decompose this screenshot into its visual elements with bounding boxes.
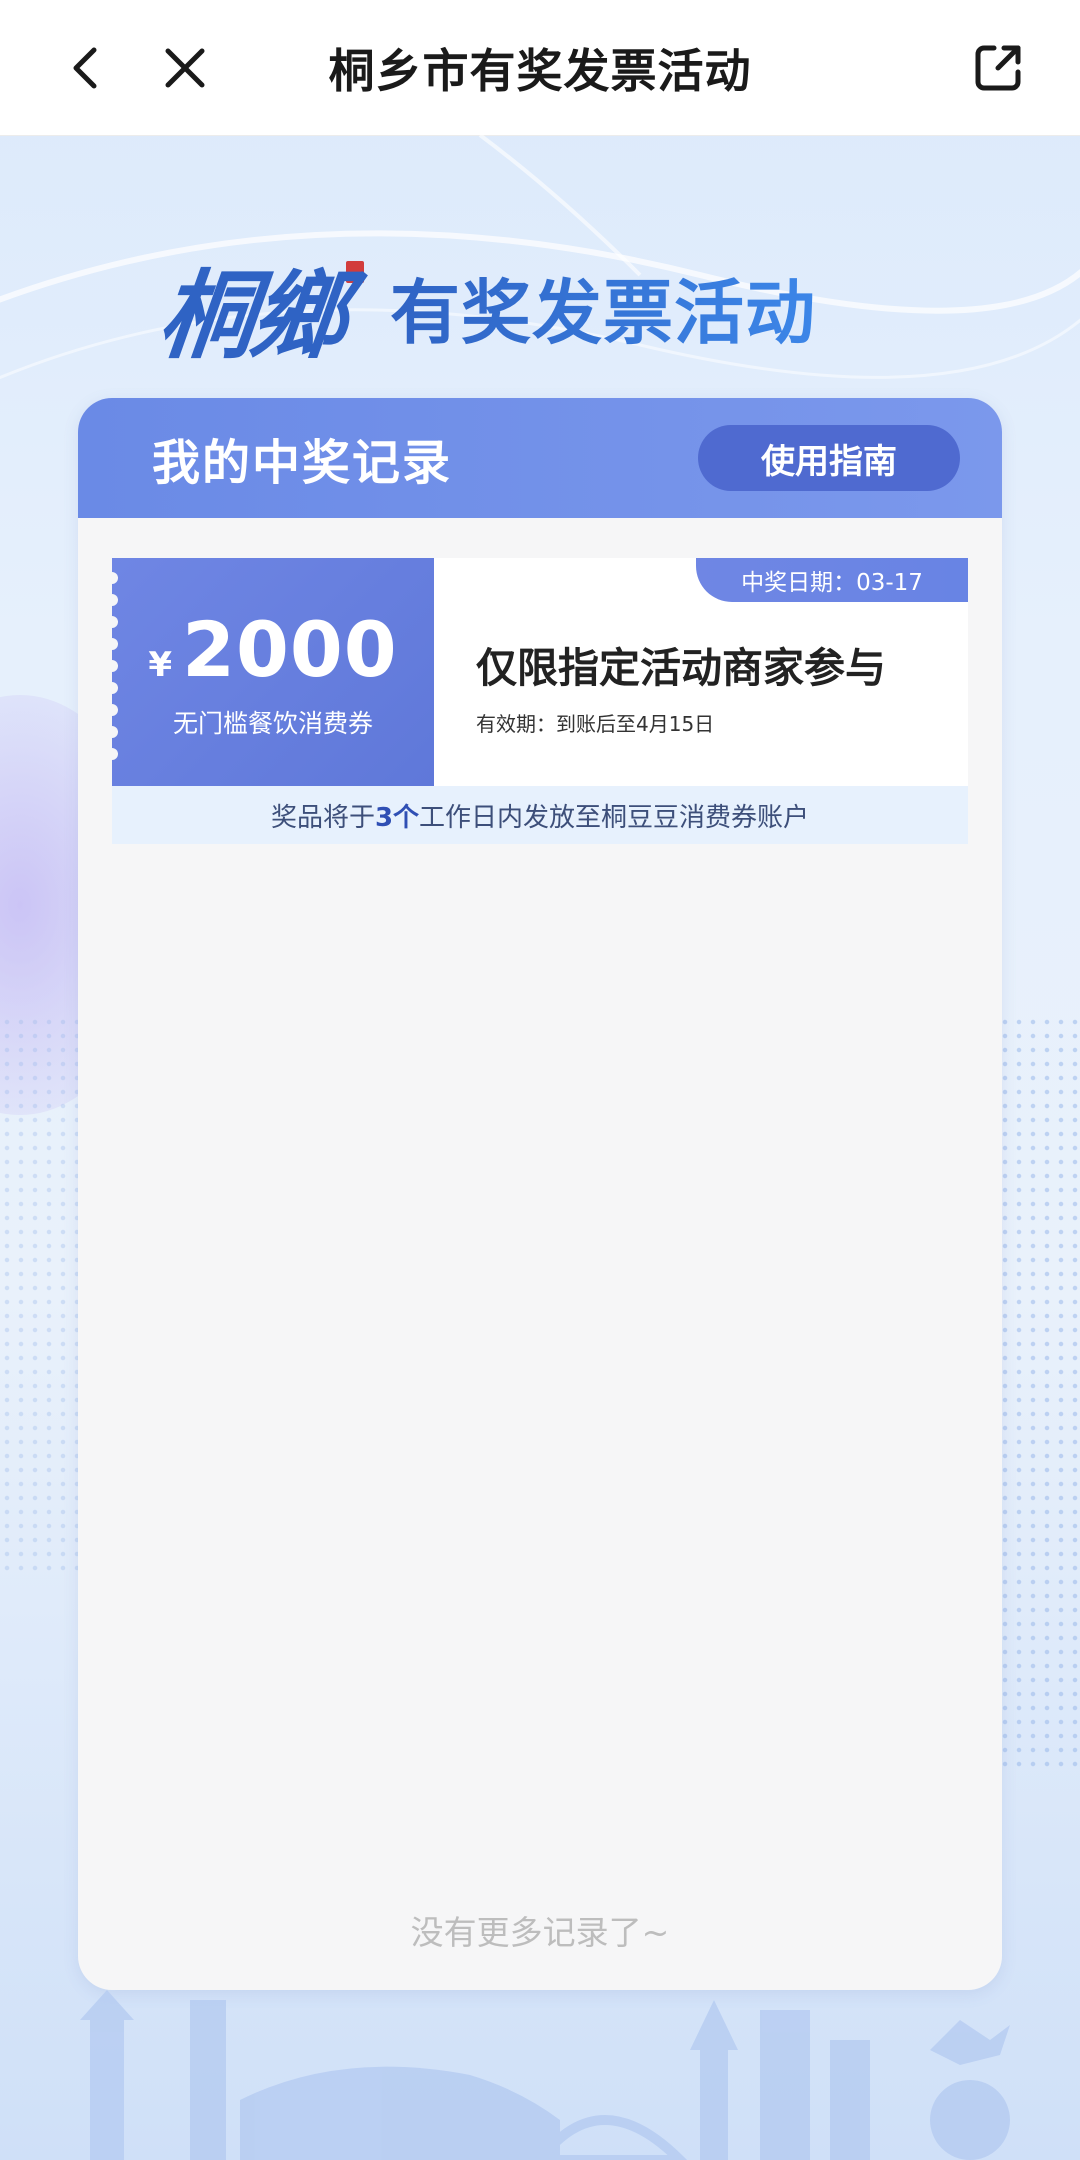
prize-coupon-card[interactable]: ¥ 2000 无门槛餐饮消费券 中奖日期：03-17 仅限指定活动商家参与 有效…: [106, 558, 968, 848]
coupon-detail-section: 中奖日期：03-17 仅限指定活动商家参与 有效期：到账后至4月15日: [434, 558, 968, 786]
event-logo-banner: 桐鄉 有奖发票活动: [153, 232, 920, 382]
coupon-notice: 奖品将于 3个 工作日内发放至桐豆豆消费券账户: [112, 786, 968, 844]
seal-stamp: [346, 261, 364, 283]
currency-symbol: ¥: [148, 644, 173, 685]
page-title: 桐乡市有奖发票活动: [328, 43, 752, 98]
records-header: 我的中奖记录 使用指南: [78, 398, 1002, 518]
share-external-icon: [975, 45, 1021, 91]
back-button[interactable]: [56, 38, 116, 98]
no-more-records-text: 没有更多记录了~: [410, 1913, 670, 1952]
notice-text-after: 工作日内发放至桐豆豆消费券账户: [419, 802, 810, 833]
top-nav-bar: 桐乡市有奖发票活动: [0, 0, 1080, 136]
records-title: 我的中奖记录: [152, 435, 453, 491]
chevron-left-icon: [73, 47, 97, 89]
close-icon: [165, 48, 205, 88]
coupon-validity: 有效期：到账后至4月15日: [476, 712, 715, 736]
notice-text-before: 奖品将于: [270, 802, 375, 833]
city-skyline-illustration: [80, 1990, 1010, 2160]
notice-highlight: 3个: [374, 802, 420, 833]
coupon-description: 仅限指定活动商家参与: [476, 644, 886, 692]
winning-records-panel: 我的中奖记录 使用指南 ¥ 2000 无门槛餐饮消费券 中奖日期：03-17 仅…: [78, 398, 1002, 1990]
banner-title: 有奖发票活动: [390, 257, 816, 358]
brand-logo: 桐鄉: [153, 258, 350, 372]
share-button[interactable]: [968, 38, 1028, 98]
coupon-amount: 2000: [182, 604, 398, 694]
coupon-value-section: ¥ 2000 无门槛餐饮消费券: [106, 558, 434, 786]
close-button[interactable]: [155, 38, 215, 98]
usage-guide-button[interactable]: 使用指南: [698, 425, 960, 491]
win-date-badge: 中奖日期：03-17: [696, 558, 968, 602]
coupon-type: 无门槛餐饮消费券: [172, 708, 373, 738]
